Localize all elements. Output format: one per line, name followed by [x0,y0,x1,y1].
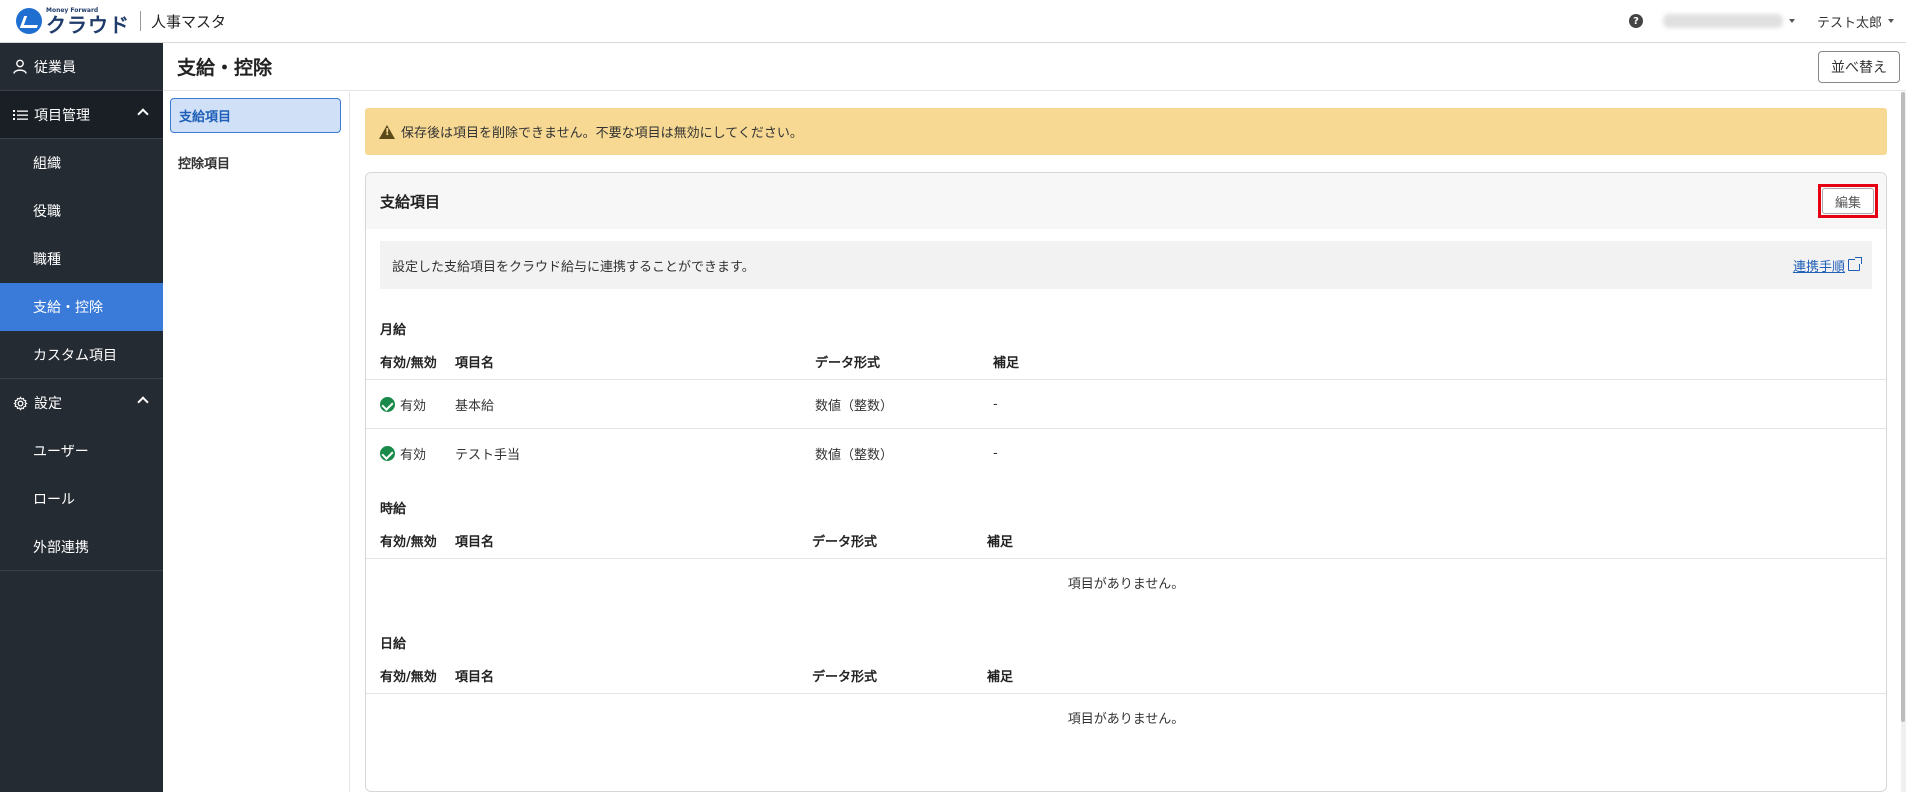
scrollbar-thumb[interactable] [1901,92,1905,722]
data-format: 数値（整数） [815,448,894,463]
chevron-up-icon [137,396,149,408]
section-monthly: 月給 有効/無効 項目名 データ形式 補足 有効 基本給 数値（整数） - 有効 [366,319,1886,478]
payment-items-card: 支給項目 編集 設定した支給項目をクラウド給与に連携することができます。 連携手… [365,172,1887,792]
card-title: 支給項目 [380,192,441,211]
warning-alert: 保存後は項目を削除できません。不要な項目は無効にしてください。 [365,108,1887,155]
table-row: 有効 基本給 数値（整数） - [366,380,1886,429]
check-circle-icon [380,446,395,461]
list-icon [12,107,28,123]
chevron-up-icon [137,108,149,120]
alert-text: 保存後は項目を削除できません。不要な項目は無効にしてください。 [401,126,803,141]
note: - [993,396,998,412]
col-status: 有効/無効 [380,535,437,550]
col-name: 項目名 [455,670,495,685]
sort-button[interactable]: 並べ替え [1818,50,1900,83]
integration-guide-link[interactable]: 連携手順 [1792,256,1862,275]
table-header: 有効/無効 項目名 データ形式 補足 [366,344,1886,380]
status-cell: 有効 [366,395,455,414]
col-name: 項目名 [455,356,495,371]
external-link-icon [1848,257,1862,271]
caret-down-icon [1788,19,1795,23]
empty-message: 項目がありません。 [1067,576,1185,592]
link-label: 連携手順 [1792,259,1845,275]
app-name: 人事マスタ [151,12,227,31]
brand-logo[interactable]: Money Forward クラウド [16,0,130,43]
note: - [993,446,998,461]
sidebar-item-organization[interactable]: 組織 [0,139,163,187]
sidebar-item-label: 従業員 [34,59,76,76]
help-icon[interactable]: ? [1628,14,1643,28]
gear-icon [12,395,28,411]
edit-highlight: 編集 [1817,184,1878,218]
section-title: 月給 [380,323,407,338]
status-text: 有効 [400,398,427,414]
sidebar-item-custom-fields[interactable]: カスタム項目 [0,331,163,379]
company-name-blurred [1662,14,1783,28]
top-header: Money Forward クラウド 人事マスタ ? テスト太郎 [0,0,1906,43]
item-name: 基本給 [455,398,495,414]
table-header: 有効/無効 項目名 データ形式 補足 [366,658,1886,694]
edit-button[interactable]: 編集 [1821,188,1874,214]
info-text: 設定した支給項目をクラウド給与に連携することができます。 [392,259,755,275]
sidebar-group-label: 設定 [34,396,62,412]
person-icon [12,59,28,75]
col-note: 補足 [987,535,1014,550]
col-note: 補足 [993,356,1020,371]
main-content: 保存後は項目を削除できません。不要な項目は無効にしてください。 支給項目 編集 … [350,92,1902,792]
data-format: 数値（整数） [815,398,894,414]
sidebar-item-roles[interactable]: ロール [0,475,163,523]
subnav-item-payments[interactable]: 支給項目 [170,98,341,133]
caret-down-icon [1888,19,1894,23]
subnav-item-deductions[interactable]: 控除項目 [170,145,341,180]
status-text: 有効 [400,448,427,463]
item-name: テスト手当 [455,448,521,463]
sidebar: 従業員 項目管理 組織 役職 職種 支給・控除 カスタム項目 設定 ユーザー ロ… [0,43,163,792]
empty-message: 項目がありません。 [1067,711,1185,727]
page-title: 支給・控除 [177,57,273,79]
sub-navigation: 支給項目 控除項目 [163,92,350,792]
integration-info-box: 設定した支給項目をクラウド給与に連携することができます。 連携手順 [380,241,1872,289]
table-row: 有効 テスト手当 数値（整数） - [366,429,1886,478]
sidebar-group-items[interactable]: 項目管理 [0,91,163,139]
brand-text: Money Forward クラウド [46,7,130,37]
page-scrollbar[interactable] [1901,92,1906,792]
sidebar-item-users[interactable]: ユーザー [0,427,163,475]
warning-icon [379,124,395,139]
brand-main-text: クラウド [46,12,130,37]
section-daily: 日給 有効/無効 項目名 データ形式 補足 項目がありません。 [366,633,1886,740]
col-name: 項目名 [455,535,495,550]
sidebar-group-label: 項目管理 [34,107,90,124]
table-header: 有効/無効 項目名 データ形式 補足 [366,523,1886,559]
sidebar-item-employees[interactable]: 従業員 [0,43,163,91]
section-title: 日給 [380,637,407,652]
col-status: 有効/無効 [380,356,437,371]
check-circle-icon [380,396,395,412]
col-format: データ形式 [815,356,881,371]
card-header: 支給項目 編集 [366,173,1886,229]
user-menu[interactable]: テスト太郎 [1817,12,1894,31]
header-right: ? テスト太郎 [1628,12,1906,31]
sidebar-item-job-type[interactable]: 職種 [0,235,163,283]
sidebar-item-payment-deduction[interactable]: 支給・控除 [0,283,163,331]
status-cell: 有効 [366,444,455,463]
sidebar-group-settings[interactable]: 設定 [0,379,163,427]
col-format: データ形式 [812,535,878,550]
user-name: テスト太郎 [1816,15,1882,31]
moneyforward-logo-icon [16,8,42,34]
sidebar-item-position[interactable]: 役職 [0,187,163,235]
col-status: 有効/無効 [380,670,437,685]
section-hourly: 時給 有効/無効 項目名 データ形式 補足 項目がありません。 [366,498,1886,605]
brand-divider [140,11,141,31]
page-titlebar: 支給・控除 並べ替え [163,43,1906,91]
col-note: 補足 [987,670,1014,685]
sidebar-item-integrations[interactable]: 外部連携 [0,523,163,571]
company-switcher[interactable] [1662,14,1795,28]
col-format: データ形式 [812,670,878,685]
section-title: 時給 [380,502,407,517]
